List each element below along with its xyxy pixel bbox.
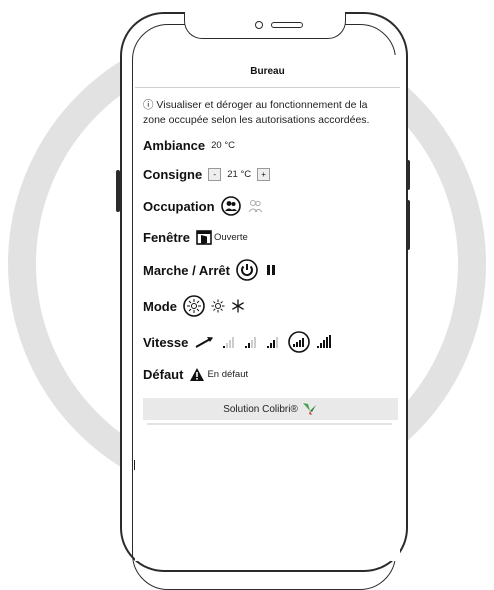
speed-4-icon[interactable] [288, 331, 311, 353]
auto-speed-icon[interactable] [194, 335, 216, 349]
consigne-minus-button[interactable]: - [208, 168, 222, 181]
power-icon[interactable] [236, 259, 258, 281]
volume-button [116, 170, 120, 212]
camera-icon [255, 21, 263, 29]
consigne-plus-button[interactable]: + [257, 168, 271, 181]
ambiance-value: 20 °C [211, 140, 236, 151]
mode-row: Mode [143, 295, 392, 317]
speaker-icon [271, 22, 303, 28]
occupation-label: Occupation [143, 198, 215, 214]
speed-1-icon[interactable] [222, 335, 238, 349]
phone-notch [184, 12, 346, 39]
text-cursor [134, 460, 135, 470]
vitesse-label: Vitesse [143, 334, 189, 350]
consigne-value: 21 °C [227, 169, 252, 180]
speed-3-icon[interactable] [266, 335, 282, 349]
window-open-icon [196, 230, 212, 245]
defaut-value: En défaut [207, 369, 249, 380]
side-button-top [406, 160, 410, 190]
colibri-bird-icon [302, 402, 318, 416]
pause-icon[interactable] [264, 263, 278, 277]
consigne-label: Consigne [143, 167, 203, 182]
snowflake-icon[interactable] [231, 299, 245, 313]
app-screen: Bureau ⓘ Visualiser et déroger au foncti… [135, 55, 400, 561]
warning-icon [189, 367, 205, 382]
ambiance-label: Ambiance [143, 138, 206, 153]
marche-arret-label: Marche / Arrêt [143, 262, 230, 278]
occupation-row: Occupation [143, 196, 392, 216]
speed-5-icon[interactable] [316, 335, 334, 349]
consigne-row: Consigne - 21 °C + [143, 167, 392, 182]
defaut-row: Défaut En défaut [143, 367, 392, 382]
ambiance-row: Ambiance 20 °C [143, 138, 392, 153]
fenetre-label: Fenêtre [143, 230, 190, 245]
footer-banner[interactable]: Solution Colibri® [143, 398, 398, 420]
info-text: ⓘ Visualiser et déroger au fonctionnemen… [143, 99, 370, 126]
footer-divider [147, 423, 392, 430]
marche-arret-row: Marche / Arrêt [143, 259, 392, 281]
auto-mode-icon[interactable] [183, 295, 205, 317]
speed-2-icon[interactable] [244, 335, 260, 349]
occupied-person-icon[interactable] [220, 196, 241, 216]
mode-label: Mode [143, 298, 177, 314]
absent-persons-icon[interactable] [247, 198, 265, 214]
zone-panel: ⓘ Visualiser et déroger au fonctionnemen… [135, 88, 400, 382]
vitesse-row: Vitesse [143, 331, 392, 353]
sun-icon[interactable] [211, 299, 225, 313]
fenetre-value: Ouverte [213, 232, 248, 243]
power-side-button [406, 200, 410, 250]
page-title: Bureau [135, 55, 400, 88]
defaut-label: Défaut [143, 367, 184, 382]
fenetre-row: Fenêtre Ouverte [143, 230, 392, 245]
footer-label: Solution Colibri® [223, 403, 298, 415]
